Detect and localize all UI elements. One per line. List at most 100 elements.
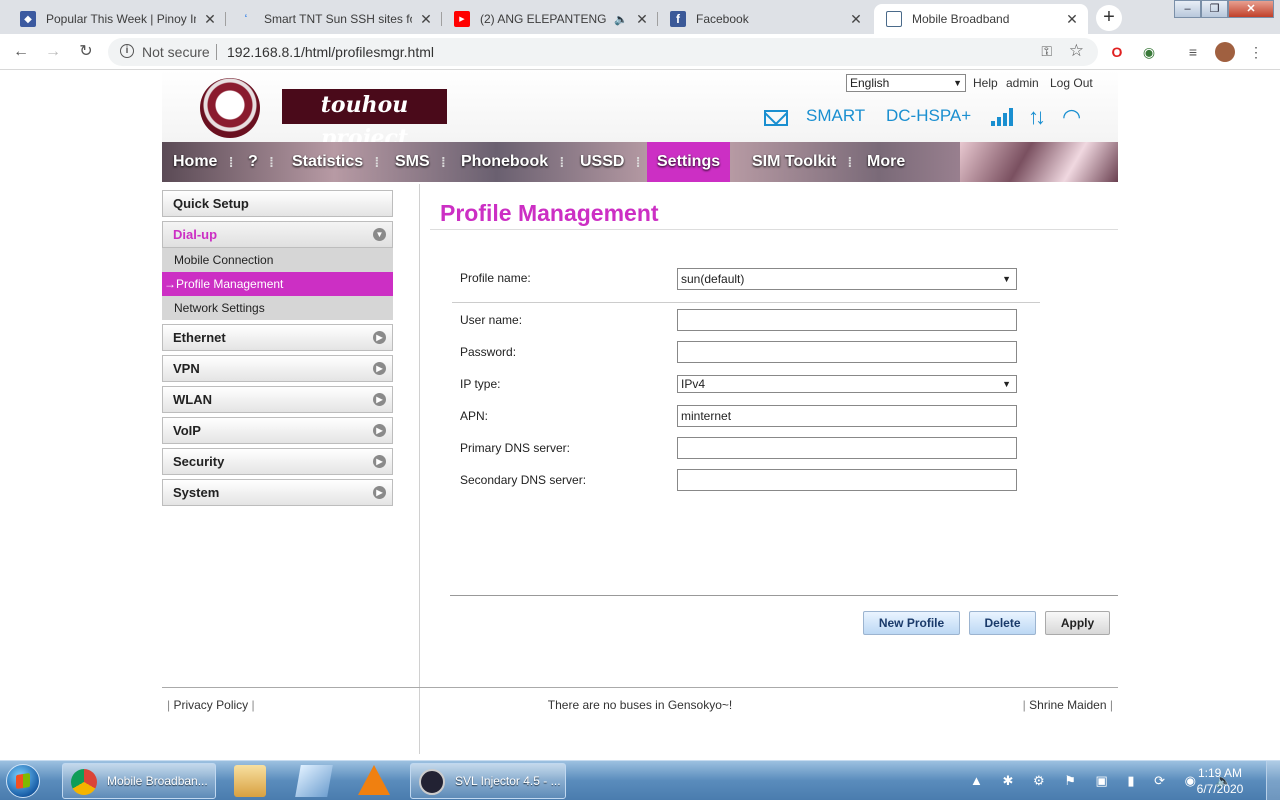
start-button[interactable] [6, 764, 40, 798]
address-bar[interactable]: i Not secure 192.168.8.1/html/profilesmg… [108, 38, 1098, 66]
vlc-icon[interactable] [358, 765, 390, 795]
document-icon [886, 11, 902, 27]
menu-home[interactable]: Home [163, 142, 234, 182]
tab-pinoy[interactable]: ◆ Popular This Week | Pinoy In ✕ [8, 4, 226, 34]
sidebar-sub-mobile-connection[interactable]: Mobile Connection [162, 248, 393, 272]
clock-time: 1:19 AM [1197, 766, 1243, 780]
tab-facebook[interactable]: f Facebook ✕ [658, 4, 872, 34]
new-profile-button[interactable]: New Profile [863, 611, 960, 635]
notepad-icon[interactable] [295, 765, 333, 797]
new-tab-button[interactable]: + [1096, 5, 1122, 31]
profile-management-panel: Profile Management Profile name: sun(def… [430, 190, 1118, 635]
chrome-icon [71, 769, 97, 795]
ip-type-select[interactable]: IPv4 ▼ [677, 375, 1017, 393]
arrow-right-icon: → [164, 277, 176, 291]
taskbar-svl-window[interactable]: SVL Injector 4.5 - ... [410, 763, 566, 799]
maximize-button[interactable]: ❐ [1201, 0, 1228, 18]
shield-icon: ◆ [20, 11, 36, 27]
opera-extension-icon[interactable]: O [1107, 42, 1127, 62]
sidebar-item-vpn[interactable]: VPN ▶ [162, 355, 393, 382]
key-icon[interactable]: ⚿ [1041, 43, 1052, 60]
bookmark-star-icon[interactable]: ☆ [1069, 41, 1084, 61]
sidebar-item-system[interactable]: System ▶ [162, 479, 393, 506]
secondary-dns-field[interactable] [677, 469, 1017, 491]
folder-icon[interactable] [234, 765, 266, 797]
sidebar-item-label: Security [173, 454, 225, 469]
footer-message: There are no buses in Gensokyo~! [547, 698, 733, 712]
back-icon[interactable]: ← [10, 41, 32, 63]
youtube-icon: ▶ [454, 11, 470, 27]
menu-sms[interactable]: SMS [385, 142, 445, 182]
close-tab-icon[interactable]: ✕ [848, 11, 864, 27]
sidebar-item-voip[interactable]: VoIP ▶ [162, 417, 393, 444]
reload-icon[interactable]: ↻ [75, 41, 97, 63]
media-control-icon[interactable]: ≡ [1183, 42, 1203, 62]
clock[interactable]: 1:19 AM 6/7/2020 [1190, 765, 1250, 797]
language-select[interactable]: English ▼ [846, 74, 966, 92]
dialup-submenu: Mobile Connection →Profile Management Ne… [162, 248, 393, 320]
menu-settings[interactable]: Settings [647, 142, 730, 182]
close-tab-icon[interactable]: ✕ [202, 11, 218, 27]
tab-title: Smart TNT Sun SSH sites for [264, 12, 412, 26]
tab-mobile-broadband[interactable]: Mobile Broadband ✕ [874, 4, 1088, 34]
tab-youtube[interactable]: ▶ (2) ANG ELEPANTENG PI 🔈 ✕ [442, 4, 658, 34]
apn-field[interactable]: minternet [677, 405, 1017, 427]
speaker-icon[interactable]: 🔈 [614, 13, 628, 26]
avatar[interactable] [1215, 42, 1235, 62]
profile-name-select[interactable]: sun(default) ▼ [677, 268, 1017, 290]
divider [450, 595, 1118, 596]
close-tab-icon[interactable]: ✕ [1064, 11, 1080, 27]
sidebar-item-dialup[interactable]: Dial-up ▼ [162, 221, 393, 248]
menu-more[interactable]: More [857, 142, 915, 182]
divider [419, 184, 420, 754]
show-desktop-button[interactable] [1266, 761, 1280, 800]
apply-button[interactable]: Apply [1045, 611, 1110, 635]
url-text[interactable]: 192.168.8.1/html/profilesmgr.html [227, 44, 434, 60]
security-label[interactable]: Not secure [142, 44, 210, 60]
menu-statistics[interactable]: Statistics [282, 142, 379, 182]
close-window-button[interactable]: ✕ [1228, 0, 1274, 18]
delete-button[interactable]: Delete [969, 611, 1036, 635]
user-label: admin [1006, 76, 1039, 90]
tab-ssh-sites[interactable]: ʻ Smart TNT Sun SSH sites for ✕ [226, 4, 442, 34]
logo-emblem [200, 78, 260, 138]
page-header: touhou project English ▼ Help admin Log … [162, 70, 1118, 151]
shrine-maiden-link[interactable]: Shrine Maiden [1029, 698, 1106, 712]
mail-icon[interactable] [764, 110, 788, 126]
minimize-button[interactable]: – [1174, 0, 1201, 18]
globe-extension-icon[interactable]: ◉ [1139, 42, 1159, 62]
close-tab-icon[interactable]: ✕ [634, 11, 650, 27]
sidebar-sub-network-settings[interactable]: Network Settings [162, 296, 393, 320]
password-field[interactable] [677, 341, 1017, 363]
window-controls: – ❐ ✕ [1174, 0, 1274, 18]
menu-ussd[interactable]: USSD [570, 142, 641, 182]
info-icon[interactable]: i [120, 44, 134, 58]
dropdown-arrow-icon: ▼ [1002, 274, 1011, 284]
ip-type-label: IP type: [460, 377, 501, 391]
close-tab-icon[interactable]: ✕ [418, 11, 434, 27]
primary-dns-field[interactable] [677, 437, 1017, 459]
taskbar-chrome-window[interactable]: Mobile Broadban... [62, 763, 216, 799]
chevron-right-icon: ▶ [373, 486, 386, 499]
sidebar-item-ethernet[interactable]: Ethernet ▶ [162, 324, 393, 351]
chevron-right-icon: ▶ [373, 362, 386, 375]
sidebar-item-wlan[interactable]: WLAN ▶ [162, 386, 393, 413]
sidebar-item-label: VoIP [173, 423, 201, 438]
help-link[interactable]: Help [973, 76, 998, 90]
menu-phonebook[interactable]: Phonebook [451, 142, 564, 182]
wifi-icon[interactable]: ◠ [1062, 104, 1081, 130]
sidebar-item-quick-setup[interactable]: Quick Setup [162, 190, 393, 217]
browser-menu-icon[interactable]: ⋮ [1246, 42, 1266, 62]
network-type: DC-HSPA+ [886, 106, 972, 125]
signal-strength-icon [991, 108, 1017, 126]
username-field[interactable] [677, 309, 1017, 331]
page-title: Profile Management [430, 190, 1118, 230]
forward-icon[interactable]: → [42, 41, 64, 63]
menu-sim-toolkit[interactable]: SIM Toolkit [742, 142, 852, 182]
menu-help[interactable]: ? [238, 142, 274, 182]
logout-link[interactable]: Log Out [1050, 76, 1093, 90]
sidebar-sub-profile-management[interactable]: →Profile Management [162, 272, 393, 296]
sidebar-item-security[interactable]: Security ▶ [162, 448, 393, 475]
tab-strip: ◆ Popular This Week | Pinoy In ✕ ʻ Smart… [0, 0, 1280, 34]
chevron-right-icon: ▶ [373, 424, 386, 437]
